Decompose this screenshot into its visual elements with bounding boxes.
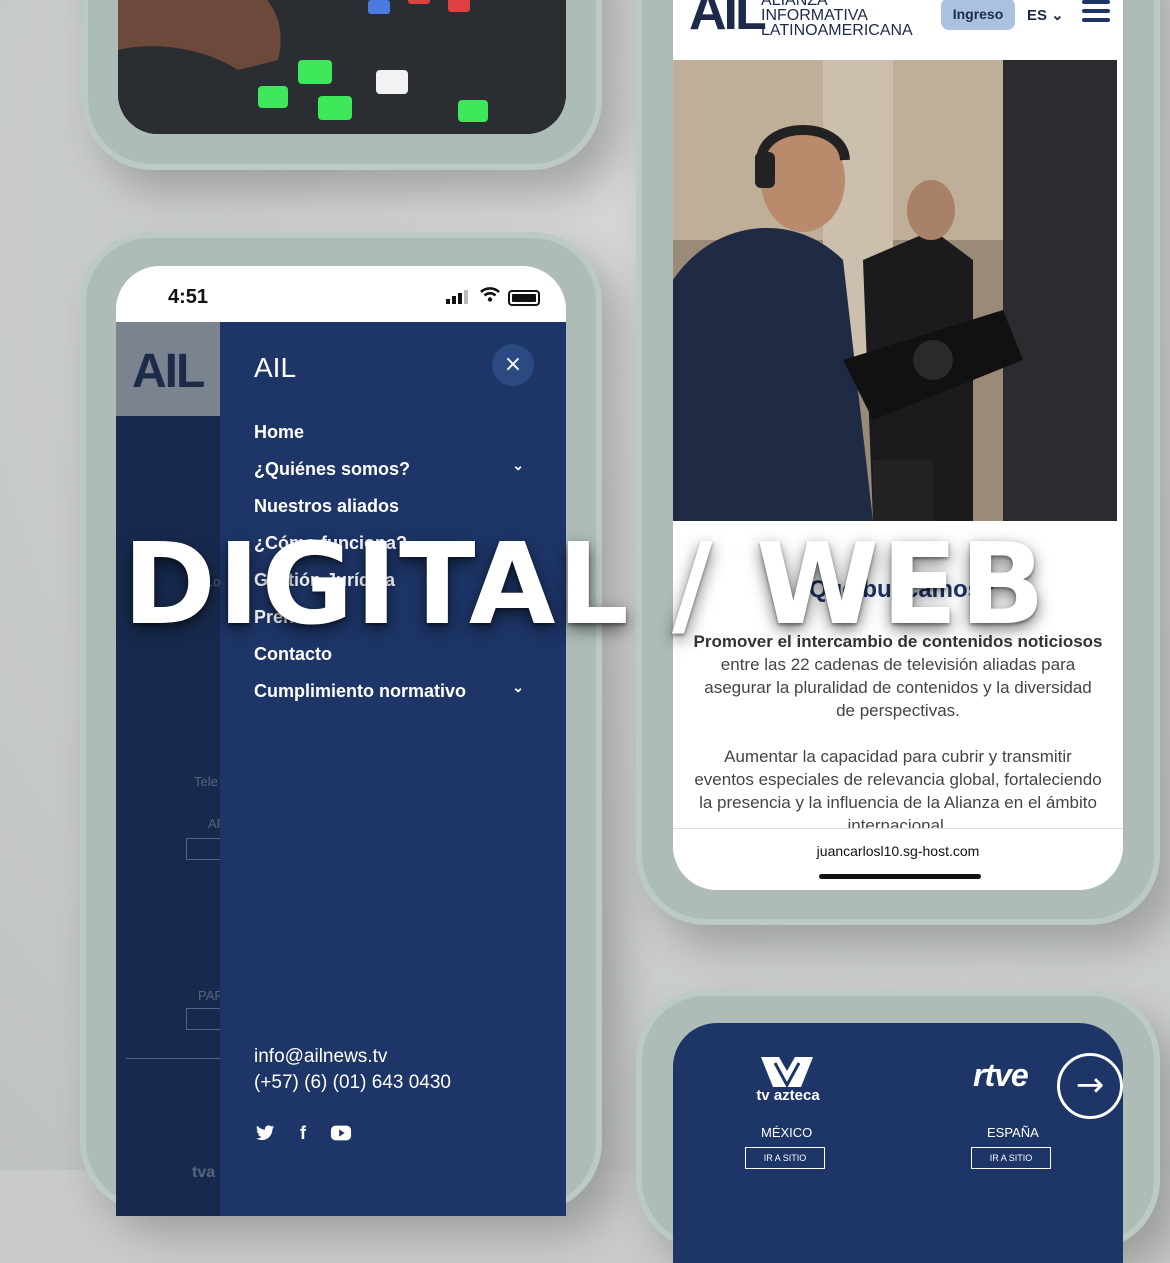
para1-rest: entre las 22 cadenas de televisión aliad…	[704, 655, 1092, 720]
underlying-label: Tele	[194, 774, 218, 789]
drawer-title: AIL	[254, 352, 297, 383]
menu-screen: 4:51 AIL Lo Tele AR PAR tva AIL × Home ¿…	[116, 266, 566, 1216]
underlying-label: tva	[192, 1164, 216, 1181]
next-arrow-button[interactable]: →	[1057, 1053, 1123, 1119]
youtube-icon[interactable]	[330, 1122, 352, 1144]
menu-item-cumplimiento-normativo[interactable]: Cumplimiento normativo ⌄	[254, 679, 524, 718]
status-bar: 4:51	[116, 266, 566, 322]
site-screen: AIL ALIANZA INFORMATIVA LATINOAMERICANA …	[673, 0, 1123, 890]
close-button[interactable]: ×	[492, 344, 534, 386]
twitter-icon[interactable]	[254, 1122, 276, 1144]
site-button-mexico[interactable]: IR A SITIO	[745, 1147, 825, 1169]
status-time: 4:51	[168, 286, 209, 308]
section-text: Promover el intercambio de contenidos no…	[693, 630, 1103, 860]
login-button[interactable]: Ingreso	[941, 0, 1015, 30]
tv-azteca-logo: tv azteca	[756, 1087, 820, 1104]
contact-info: info@ailnews.tv (+57) (6) (01) 643 0430	[254, 1044, 451, 1096]
menu-item-home[interactable]: Home	[254, 422, 524, 459]
site-logo[interactable]: AIL	[689, 0, 767, 38]
wifi-icon	[480, 287, 500, 302]
crew-photo	[673, 60, 1117, 521]
phone-mixer	[82, 0, 602, 170]
social-links: f	[254, 1122, 352, 1144]
country-espana: ESPAÑA	[987, 1125, 1039, 1140]
home-indicator	[819, 874, 981, 879]
contact-email[interactable]: info@ailnews.tv	[254, 1044, 451, 1070]
chevron-down-icon: ⌄	[512, 457, 524, 473]
phone-menu: 4:51 AIL Lo Tele AR PAR tva AIL × Home ¿…	[80, 232, 602, 1216]
tv-azteca-logo-icon	[761, 1057, 813, 1089]
hamburger-menu-icon[interactable]	[1082, 0, 1110, 27]
underlying-logo: AIL	[132, 345, 205, 398]
site-logo-subtitle: ALIANZA INFORMATIVA LATINOAMERICANA	[761, 0, 913, 39]
phone-brands: tv azteca MÉXICO IR A SITIO rtve ESPAÑA …	[636, 990, 1160, 1263]
battery-icon	[508, 290, 540, 306]
para2: Aumentar la capacidad para cubrir y tran…	[694, 747, 1102, 835]
overlay-title: DIGITAL / WEB	[122, 520, 1048, 650]
chevron-down-icon: ⌄	[512, 679, 524, 695]
contact-phone[interactable]: (+57) (6) (01) 643 0430	[254, 1070, 451, 1096]
menu-item-quienes-somos[interactable]: ¿Quiénes somos? ⌄	[254, 457, 524, 496]
phone-site: AIL ALIANZA INFORMATIVA LATINOAMERICANA …	[636, 0, 1160, 925]
mixer-photo	[118, 0, 566, 134]
signal-icon	[446, 290, 468, 304]
browser-url-bar[interactable]: juancarlosl10.sg-host.com	[673, 828, 1123, 890]
nav-drawer: AIL × Home ¿Quiénes somos? ⌄ Nuestros al…	[220, 322, 566, 1216]
rtve-logo: rtve	[973, 1057, 1029, 1093]
url-text[interactable]: juancarlosl10.sg-host.com	[673, 843, 1123, 859]
language-select[interactable]: ES ⌄	[1027, 6, 1064, 24]
site-button-espana[interactable]: IR A SITIO	[971, 1147, 1051, 1169]
brands-screen: tv azteca MÉXICO IR A SITIO rtve ESPAÑA …	[673, 1023, 1123, 1263]
site-header: AIL ALIANZA INFORMATIVA LATINOAMERICANA …	[673, 0, 1123, 60]
country-mexico: MÉXICO	[761, 1125, 813, 1140]
divider	[126, 1058, 220, 1059]
facebook-icon[interactable]: f	[292, 1122, 314, 1144]
